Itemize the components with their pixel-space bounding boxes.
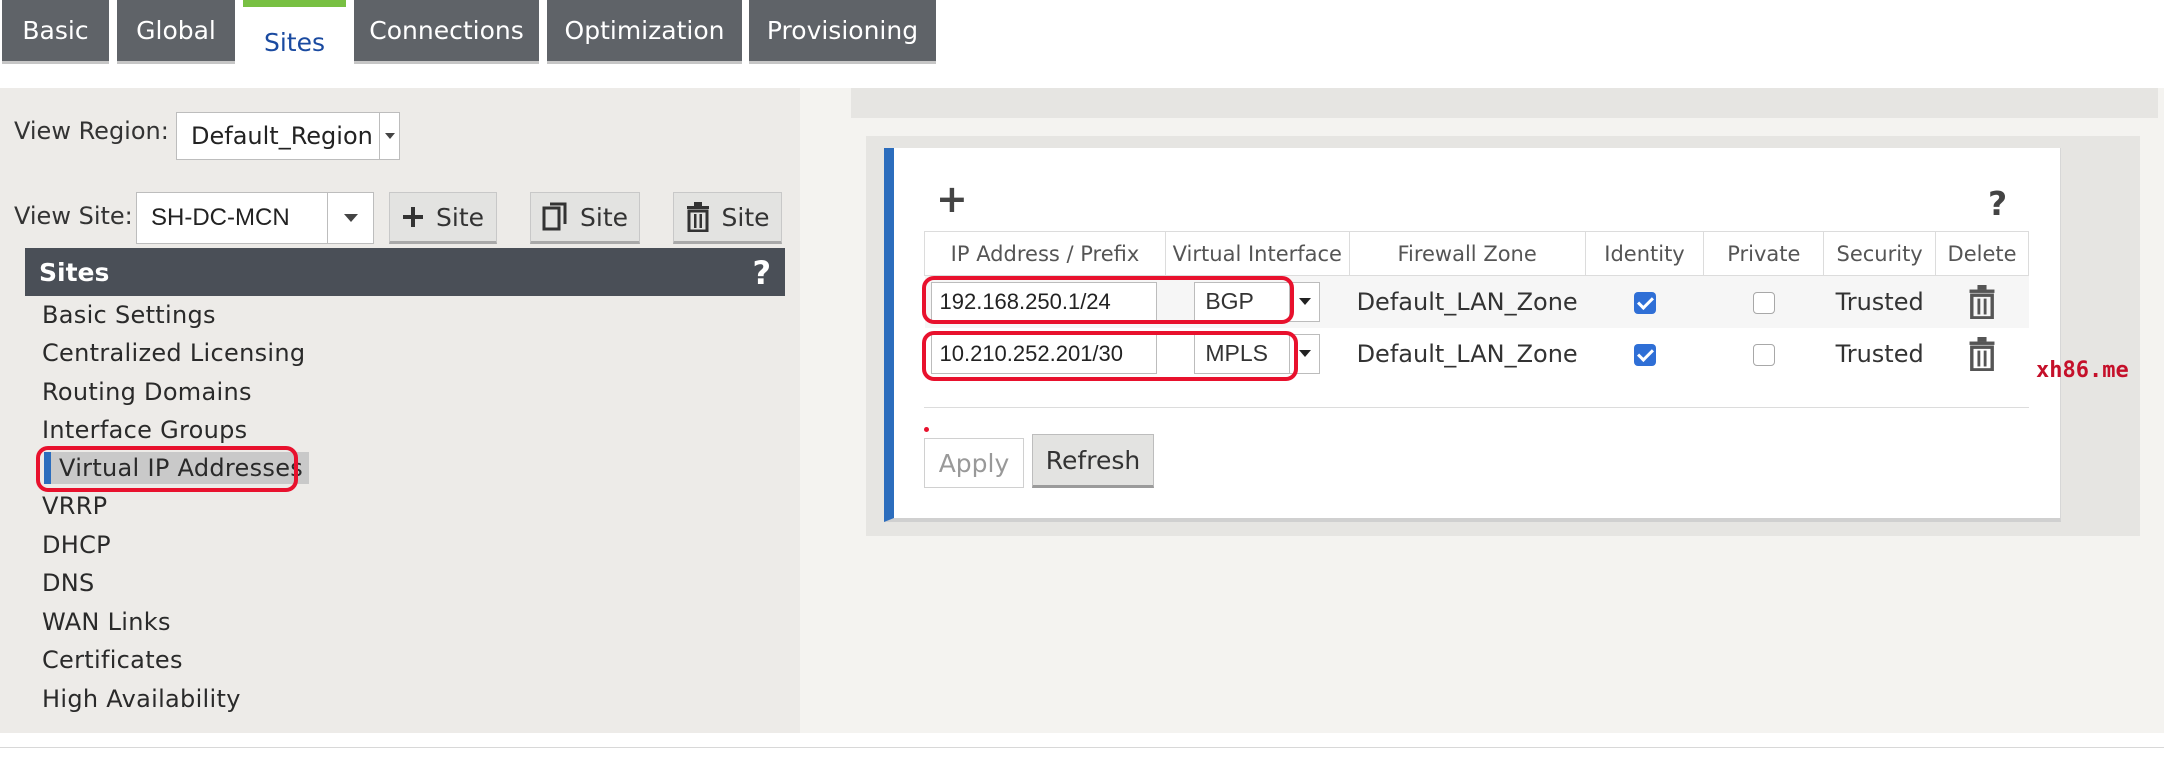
sidebar-item-centralized-licensing[interactable]: Centralized Licensing [42,339,305,367]
add-site-label: Site [436,202,484,232]
plus-icon [402,206,424,228]
content-toolbar-strip [851,88,2158,118]
left-panel [0,88,800,733]
sidebar-item-certificates[interactable]: Certificates [42,646,183,674]
add-site-button[interactable]: Site [389,192,497,244]
trash-icon[interactable] [1968,284,1996,320]
highlight-box [36,446,298,492]
column-header-delete: Delete [1935,231,2029,276]
chevron-down-icon [379,113,399,159]
security-cell: Trusted [1835,339,1924,368]
column-header-ip: IP Address / Prefix [924,231,1166,276]
identity-checkbox[interactable] [1633,291,1656,314]
help-icon[interactable]: ? [1988,184,2007,223]
sidebar-item-high-availability[interactable]: High Availability [42,685,241,713]
delete-site-button[interactable]: Site [673,192,782,244]
help-icon[interactable]: ? [752,254,771,292]
tab-global[interactable]: Global [117,0,235,64]
column-header-private: Private [1703,231,1825,276]
firewall-zone-cell: Default_LAN_Zone [1356,339,1578,368]
highlight-box [922,331,1298,381]
column-header-security: Security [1823,231,1937,276]
sites-panel-title: Sites [39,257,110,287]
view-region-select[interactable]: Default_Region [176,112,400,160]
view-region-value: Default_Region [191,122,373,150]
tab-connections[interactable]: Connections [354,0,539,64]
clone-site-label: Site [580,202,628,232]
divider [924,407,2029,408]
required-marker [924,427,929,432]
highlight-box [922,276,1294,324]
trash-icon [686,202,710,232]
view-site-select[interactable]: SH-DC-MCN [136,192,374,244]
security-cell: Trusted [1823,275,1936,328]
view-site-label: View Site: [14,202,133,230]
private-checkbox[interactable] [1752,291,1775,314]
divider [0,747,2164,748]
trash-icon[interactable] [1968,336,1996,372]
sidebar-item-interface-groups[interactable]: Interface Groups [42,416,247,444]
tab-basic[interactable]: Basic [2,0,109,64]
delete-site-label: Site [721,202,770,232]
apply-button[interactable]: Apply [924,438,1024,488]
view-region-label: View Region: [14,117,169,145]
sidebar-item-basic-settings[interactable]: Basic Settings [42,301,216,329]
column-header-identity: Identity [1584,231,1705,276]
identity-checkbox[interactable] [1633,343,1656,366]
private-checkbox[interactable] [1752,343,1775,366]
clone-site-button[interactable]: Site [530,192,640,244]
tab-sites[interactable]: Sites [243,0,346,78]
view-site-value: SH-DC-MCN [151,204,290,231]
watermark: xh86.me [2036,358,2129,383]
copy-icon [542,202,568,232]
tab-provisioning[interactable]: Provisioning [749,0,936,64]
refresh-button[interactable]: Refresh [1032,434,1154,488]
tab-optimization[interactable]: Optimization [547,0,742,64]
sidebar-item-dns[interactable]: DNS [42,569,95,597]
firewall-zone-cell: Default_LAN_Zone [1349,275,1586,328]
sites-panel-header: Sites ? [25,248,785,296]
column-header-interface: Virtual Interface [1164,231,1350,276]
chevron-down-icon [327,193,373,243]
sidebar-item-vrrp[interactable]: VRRP [42,492,107,520]
column-header-zone: Firewall Zone [1348,231,1586,276]
sidebar-item-wan-links[interactable]: WAN Links [42,608,171,636]
sidebar-item-routing-domains[interactable]: Routing Domains [42,378,252,406]
add-row-button[interactable]: + [936,180,968,218]
sidebar-item-dhcp[interactable]: DHCP [42,531,111,559]
top-tab-bar: Basic Global Sites Connections Optimizat… [0,0,2164,88]
table-header-row: IP Address / Prefix Virtual Interface Fi… [924,231,2029,276]
